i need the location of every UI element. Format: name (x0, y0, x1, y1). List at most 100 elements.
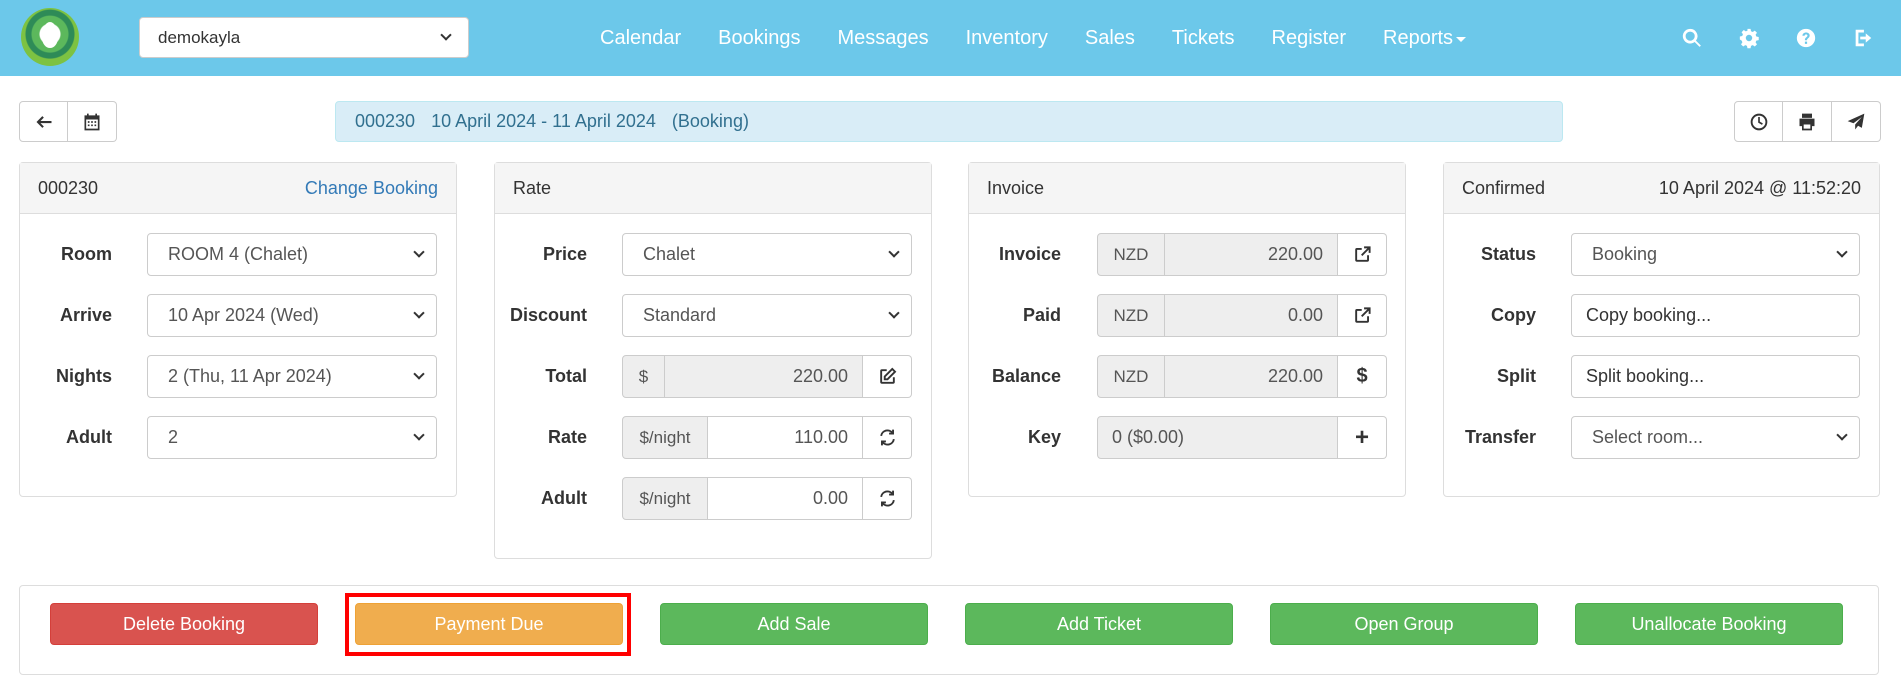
rate-panel-heading: Rate (495, 163, 931, 214)
price-select-value: Chalet (643, 244, 696, 264)
copy-booking-field[interactable]: Copy booking... (1571, 294, 1860, 337)
chevron-down-icon (888, 246, 900, 258)
rate-unit-addon: $/night (622, 416, 708, 459)
total-input-group: $ 220.00 (622, 355, 912, 398)
nav-register[interactable]: Register (1272, 27, 1346, 50)
nav-sales[interactable]: Sales (1085, 27, 1135, 50)
booking-panel-heading: 000230 Change Booking (20, 163, 456, 214)
main-nav: Calendar Bookings Messages Inventory Sal… (600, 0, 1503, 76)
edit-total-button[interactable] (863, 355, 912, 398)
help-icon[interactable] (1777, 0, 1834, 76)
open-payments-button[interactable] (1338, 294, 1387, 337)
key-label: Key (1027, 427, 1061, 447)
rate-input[interactable]: 110.00 (708, 416, 863, 459)
confirmed-label: Confirmed (1462, 177, 1546, 198)
add-sale-button[interactable]: Add Sale (660, 603, 928, 645)
back-button[interactable] (19, 101, 68, 142)
refresh-icon (879, 490, 895, 507)
logout-icon[interactable] (1834, 0, 1891, 76)
property-select-value: demokayla (158, 27, 241, 47)
price-label: Price (542, 244, 587, 264)
clock-icon (1750, 113, 1767, 130)
chevron-down-icon (413, 246, 425, 258)
nav-reports-label: Reports (1383, 26, 1454, 49)
balance-currency-addon: NZD (1097, 355, 1165, 398)
external-link-icon (1354, 246, 1371, 262)
leaf-icon (42, 22, 58, 48)
nav-messages[interactable]: Messages (837, 27, 928, 50)
calendar-button[interactable] (68, 101, 117, 142)
adult-select-value: 2 (168, 427, 179, 447)
paid-input-group: NZD 0.00 (1097, 294, 1387, 337)
status-panel: Confirmed 10 April 2024 @ 11:52:20 Statu… (1443, 162, 1880, 497)
adult-rate-label: Adult (541, 488, 587, 508)
invoice-currency-addon: NZD (1097, 233, 1165, 276)
split-booking-field[interactable]: Split booking... (1571, 355, 1860, 398)
discount-select-value: Standard (643, 305, 717, 325)
property-select[interactable]: demokayla (139, 17, 469, 58)
add-key-button[interactable]: + (1338, 416, 1387, 459)
search-icon[interactable] (1663, 0, 1720, 76)
nav-calendar[interactable]: Calendar (600, 27, 681, 50)
banner-dates: 10 April 2024 - 11 April 2024 (431, 111, 656, 131)
total-field: 220.00 (665, 355, 863, 398)
open-invoice-button[interactable] (1338, 233, 1387, 276)
rate-label: Rate (547, 427, 587, 447)
refresh-adult-rate-button[interactable] (863, 477, 912, 520)
total-currency-addon: $ (622, 355, 665, 398)
paid-currency-addon: NZD (1097, 294, 1165, 337)
balance-field: 220.00 (1165, 355, 1338, 398)
status-select[interactable]: Booking (1571, 233, 1860, 276)
room-select[interactable]: ROOM 4 (Chalet) (147, 233, 437, 276)
add-ticket-button[interactable]: Add Ticket (965, 603, 1233, 645)
add-payment-button[interactable]: $ (1338, 355, 1387, 398)
calendar-icon (84, 113, 100, 130)
paid-field: 0.00 (1165, 294, 1338, 337)
history-button[interactable] (1734, 101, 1783, 142)
key-input-group: 0 ($0.00) + (1097, 416, 1387, 459)
arrive-label: Arrive (59, 305, 112, 325)
open-group-button[interactable]: Open Group (1270, 603, 1538, 645)
discount-select[interactable]: Standard (622, 294, 912, 337)
unallocate-booking-button[interactable]: Unallocate Booking (1575, 603, 1843, 645)
adult-rate-input[interactable]: 0.00 (708, 477, 863, 520)
booking-panel: 000230 Change Booking Room ROOM 4 (Chale… (19, 162, 457, 497)
arrow-left-icon (36, 115, 51, 128)
nav-icons (1663, 0, 1891, 76)
status-select-value: Booking (1592, 244, 1658, 264)
invoice-panel-heading: Invoice (969, 163, 1405, 214)
arrive-select-value: 10 Apr 2024 (Wed) (168, 305, 319, 325)
chevron-down-icon (1836, 246, 1848, 258)
invoice-input-group: NZD 220.00 (1097, 233, 1387, 276)
banner-type: (Booking) (671, 111, 749, 131)
delete-booking-button[interactable]: Delete Booking (50, 603, 318, 645)
nav-bookings[interactable]: Bookings (718, 27, 800, 50)
price-select[interactable]: Chalet (622, 233, 912, 276)
app-logo[interactable] (21, 8, 79, 66)
split-label: Split (1497, 366, 1536, 386)
chevron-down-icon (413, 429, 425, 441)
paid-label: Paid (1022, 305, 1061, 325)
print-button[interactable] (1783, 101, 1832, 142)
room-label: Room (61, 244, 112, 264)
nav-reports[interactable]: Reports (1383, 26, 1467, 50)
transfer-label: Transfer (1464, 427, 1536, 447)
change-booking-link[interactable]: Change Booking (305, 178, 438, 199)
booking-number: 000230 (38, 177, 99, 198)
nights-select-value: 2 (Thu, 11 Apr 2024) (168, 366, 332, 386)
nav-inventory[interactable]: Inventory (966, 27, 1048, 50)
refresh-icon (879, 429, 895, 446)
adult-select[interactable]: 2 (147, 416, 437, 459)
nights-select[interactable]: 2 (Thu, 11 Apr 2024) (147, 355, 437, 398)
send-button[interactable] (1832, 101, 1881, 142)
invoice-panel: Invoice Invoice NZD 220.00 Paid NZD 0.00… (968, 162, 1406, 497)
rate-panel-title: Rate (513, 177, 552, 198)
refresh-rate-button[interactable] (863, 416, 912, 459)
key-field: 0 ($0.00) (1097, 416, 1338, 459)
gear-icon[interactable] (1720, 0, 1777, 76)
adult-rate-unit-addon: $/night (622, 477, 708, 520)
navbar: demokayla Calendar Bookings Messages Inv… (0, 0, 1901, 76)
nav-tickets[interactable]: Tickets (1172, 27, 1235, 50)
transfer-select[interactable]: Select room... (1571, 416, 1860, 459)
arrive-select[interactable]: 10 Apr 2024 (Wed) (147, 294, 437, 337)
